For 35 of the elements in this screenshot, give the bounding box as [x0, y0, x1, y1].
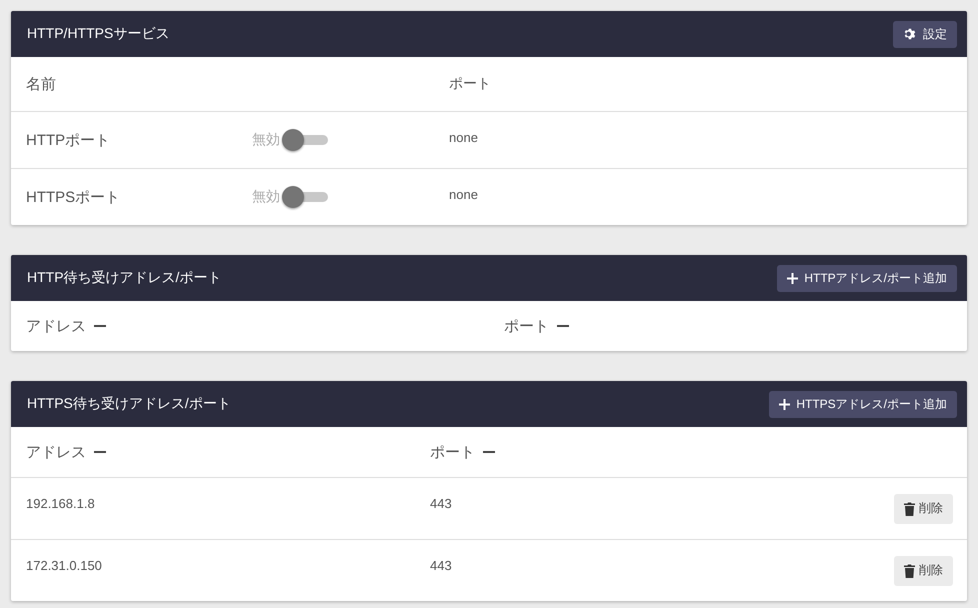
- toggle-label: 無効: [252, 188, 280, 206]
- table-cell-text: HTTPポート: [26, 130, 112, 150]
- minus-icon: [94, 325, 106, 327]
- card-title: HTTP/HTTPSサービス: [27, 25, 170, 43]
- plus-icon: [787, 272, 798, 284]
- table-cell-text: none: [449, 130, 479, 144]
- trash-icon: [904, 502, 915, 516]
- minus-icon: [483, 451, 495, 453]
- delete-button[interactable]: 削除: [894, 494, 953, 524]
- plus-icon: [779, 398, 790, 410]
- card-title: HTTPS待ち受けアドレス/ポート: [27, 395, 231, 413]
- delete-button[interactable]: 削除: [894, 556, 953, 586]
- table-cell-text: 443: [430, 496, 453, 511]
- column-header: ポート: [504, 316, 549, 336]
- settings-button[interactable]: 設定: [893, 20, 957, 48]
- table-cell-text: 172.31.0.150: [26, 558, 103, 573]
- column-header: ポート: [449, 75, 492, 93]
- add-button[interactable]: HTTPSアドレス/ポート追加: [769, 390, 957, 418]
- minus-icon: [94, 451, 106, 453]
- column-header: ポート: [430, 442, 475, 462]
- card-title: HTTP待ち受けアドレス/ポート: [27, 269, 222, 287]
- table-cell-text: HTTPSポート: [26, 188, 122, 206]
- gear-icon: [903, 27, 917, 41]
- column-header: アドレス: [26, 316, 86, 336]
- trash-icon: [904, 564, 915, 578]
- toggle-switch[interactable]: [282, 186, 328, 208]
- table-cell-text: none: [449, 186, 479, 202]
- table-cell-text: 443: [430, 558, 453, 573]
- toggle-label: 無効: [252, 131, 280, 149]
- table-cell-text: 192.168.1.8: [26, 496, 96, 511]
- add-button[interactable]: HTTPアドレス/ポート追加: [777, 264, 957, 292]
- toggle-switch[interactable]: [282, 129, 328, 151]
- column-header: アドレス: [26, 442, 86, 462]
- minus-icon: [557, 325, 569, 327]
- column-header: 名前: [26, 74, 57, 94]
